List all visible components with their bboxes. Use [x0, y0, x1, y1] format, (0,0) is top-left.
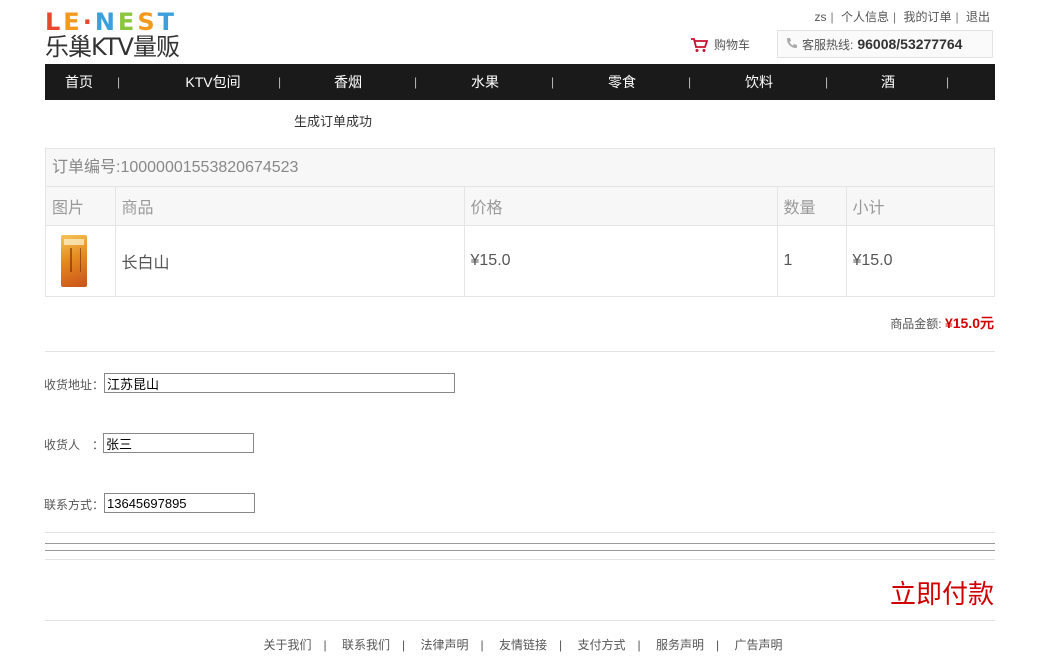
nav-home[interactable]: 首页	[45, 64, 113, 100]
order-total: 商品金额: ¥15.0元	[890, 313, 994, 333]
footer-link-payment[interactable]: 支付方式	[577, 638, 625, 652]
separator: |	[893, 10, 897, 24]
order-items-table: 图片 商品 价格 数量 小计 长白山 ¥15.0 1 ¥15.0	[46, 187, 994, 296]
phone-label: 联系方式：	[44, 498, 105, 512]
footer-link-friends[interactable]: 友情链接	[499, 638, 547, 652]
product-quantity: 1	[777, 225, 847, 296]
logo-letter: E	[63, 8, 80, 36]
nav-separator: |	[117, 75, 121, 89]
product-image	[61, 235, 87, 287]
separator: |	[402, 638, 406, 652]
nav-liquor[interactable]: 酒	[843, 64, 933, 100]
footer-link-service[interactable]: 服务声明	[656, 638, 704, 652]
divider	[45, 543, 995, 544]
logo-letter: S	[137, 8, 155, 36]
nav-separator: |	[946, 75, 950, 89]
nav-cigarettes[interactable]: 香烟	[295, 64, 401, 100]
order-number: 10000001553820674523	[120, 159, 299, 176]
nav-snacks[interactable]: 零食	[569, 64, 675, 100]
nav-ktv-rooms[interactable]: KTV包间	[145, 64, 281, 100]
my-orders-link[interactable]: 我的订单	[904, 10, 952, 24]
order-success-message: 生成订单成功	[294, 114, 373, 129]
nav-separator: |	[414, 75, 418, 89]
column-header-subtotal: 小计	[846, 187, 994, 226]
logo-letter: T	[157, 8, 174, 36]
total-amount: ¥15.0元	[944, 315, 994, 331]
cart-link[interactable]: 购物车	[690, 36, 750, 53]
main-nav: 首页 | KTV包间 | 香烟 | 水果 | 零食 | 饮料 | 酒 |	[45, 64, 995, 100]
profile-link[interactable]: 个人信息	[841, 10, 889, 24]
table-row: 长白山 ¥15.0 1 ¥15.0	[46, 225, 994, 296]
separator: |	[637, 638, 641, 652]
footer-link-legal[interactable]: 法律声明	[421, 638, 469, 652]
phone-icon	[786, 37, 798, 52]
product-image-cell	[46, 225, 116, 296]
total-label: 商品金额:	[890, 317, 942, 331]
column-header-product: 商品	[115, 187, 465, 226]
separator: |	[715, 638, 720, 652]
nav-separator: |	[688, 75, 692, 89]
product-price: ¥15.0	[464, 225, 778, 296]
logo-letter: ·	[82, 8, 92, 36]
nav-drinks[interactable]: 饮料	[706, 64, 812, 100]
separator: |	[830, 10, 834, 24]
separator: |	[480, 638, 484, 652]
footer-link-about[interactable]: 关于我们	[264, 638, 312, 652]
username-link[interactable]: zs	[815, 10, 827, 24]
address-label: 收货地址：	[44, 378, 105, 392]
footer-links: 关于我们 | 联系我们 | 法律声明 | 友情链接 | 支付方式 | 服务声明 | 广告声明	[0, 636, 1046, 653]
divider	[45, 351, 995, 352]
hotline-number: 96008/53277764	[857, 36, 963, 52]
logo-letter: E	[117, 8, 135, 36]
logo-tagline: 乐巢KTV量贩	[45, 33, 180, 61]
separator: |	[559, 638, 563, 652]
receiver-input[interactable]	[103, 433, 254, 453]
hotline-label: 客服热线:	[802, 37, 854, 52]
order-panel: 订单编号:10000001553820674523 图片 商品 价格 数量 小计…	[45, 148, 995, 297]
column-header-price: 价格	[464, 187, 778, 226]
order-number-bar: 订单编号:10000001553820674523	[46, 149, 994, 187]
product-name: 长白山	[115, 225, 465, 296]
logo-letter: L	[45, 8, 61, 36]
logout-link[interactable]: 退出	[966, 10, 990, 24]
address-input[interactable]	[104, 373, 455, 393]
site-logo[interactable]: L E · N E S T 乐巢KTV量贩	[45, 10, 235, 62]
divider	[45, 550, 995, 551]
logo-wordmark: L E · N E S T	[45, 10, 235, 34]
divider	[45, 620, 995, 621]
table-header-row: 图片 商品 价格 数量 小计	[46, 187, 994, 226]
divider	[45, 532, 995, 533]
nav-separator: |	[551, 75, 555, 89]
phone-input[interactable]	[104, 493, 255, 513]
column-header-image: 图片	[46, 187, 116, 226]
shopping-cart-icon	[690, 37, 708, 53]
separator: |	[323, 638, 327, 652]
column-header-quantity: 数量	[777, 187, 847, 226]
user-links: zs | 个人信息 | 我的订单 | 退出	[815, 8, 990, 25]
nav-fruit[interactable]: 水果	[432, 64, 538, 100]
nav-separator: |	[278, 75, 282, 89]
order-number-label: 订单编号:	[52, 159, 121, 176]
footer-link-contact[interactable]: 联系我们	[342, 638, 390, 652]
receiver-label: 收货人 ：	[44, 438, 105, 452]
pay-now-button[interactable]: 立即付款	[890, 574, 994, 611]
cart-label: 购物车	[714, 38, 751, 52]
separator: |	[955, 10, 959, 24]
logo-letter: N	[94, 8, 115, 36]
hotline-box: 客服热线: 96008/53277764	[777, 30, 993, 58]
nav-separator: |	[825, 75, 829, 89]
footer-link-ads[interactable]: 广告声明	[734, 638, 782, 652]
divider	[45, 559, 995, 560]
product-subtotal: ¥15.0	[852, 252, 893, 269]
